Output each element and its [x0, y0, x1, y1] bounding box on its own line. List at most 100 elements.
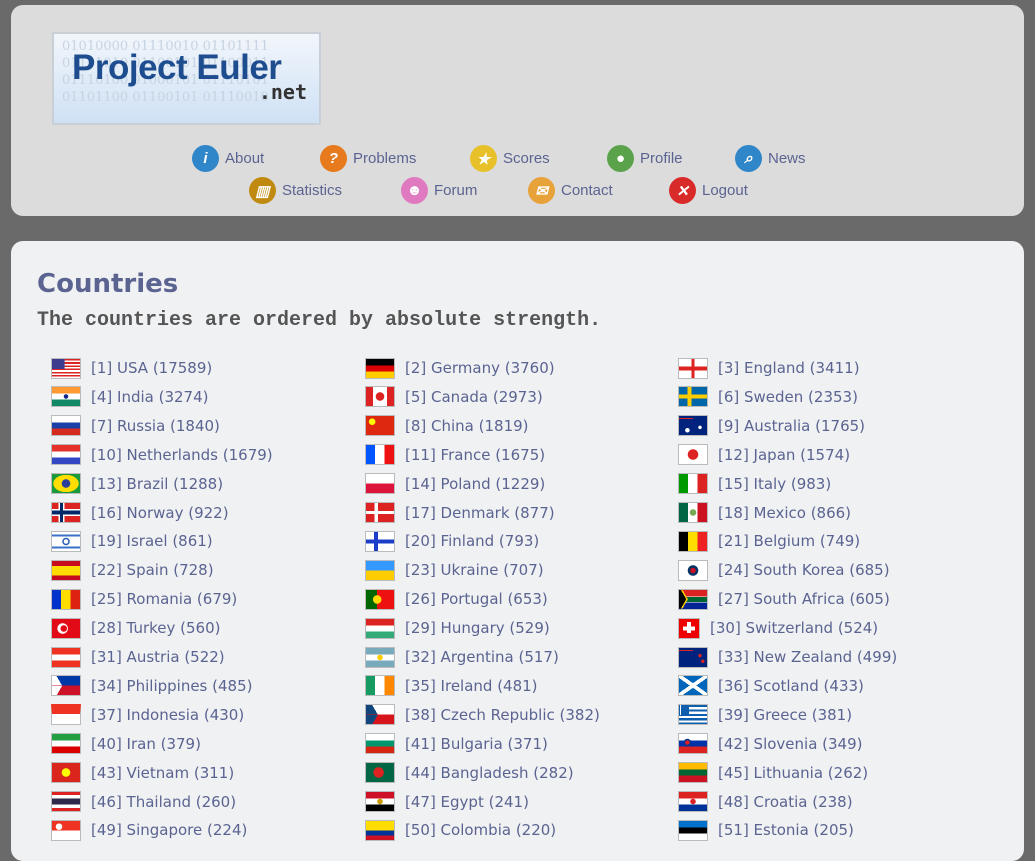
country-item[interactable]: [22] Spain (728) [51, 559, 214, 581]
country-item[interactable]: [5] Canada (2973) [365, 386, 543, 408]
nav-contact[interactable]: ✉ Contact [528, 177, 613, 204]
country-label: [4] India (3274) [91, 387, 209, 406]
country-item[interactable]: [12] Japan (1574) [678, 444, 850, 466]
nav-label: Logout [702, 182, 748, 199]
country-item[interactable]: [2] Germany (3760) [365, 357, 555, 379]
country-item[interactable]: [48] Croatia (238) [678, 791, 853, 813]
flag-vn-icon [51, 762, 81, 784]
country-item[interactable]: [4] India (3274) [51, 386, 208, 408]
country-item[interactable]: [27] South Africa (605) [678, 588, 890, 610]
country-item[interactable]: [44] Bangladesh (282) [365, 762, 574, 784]
country-item[interactable]: [37] Indonesia (430) [51, 704, 244, 726]
flag-au-icon [678, 415, 708, 437]
country-item[interactable]: [32] Argentina (517) [365, 646, 559, 668]
country-item[interactable]: [16] Norway (922) [51, 502, 229, 524]
country-item[interactable]: [11] France (1675) [365, 444, 545, 466]
country-item[interactable]: [29] Hungary (529) [365, 617, 550, 639]
flag-ua-icon [365, 559, 395, 581]
country-item[interactable]: [1] USA (17589) [51, 357, 212, 379]
flag-it-icon [678, 473, 708, 495]
country-item[interactable]: [24] South Korea (685) [678, 559, 890, 581]
country-item[interactable]: [15] Italy (983) [678, 473, 831, 495]
country-label: [14] Poland (1229) [405, 474, 546, 493]
country-label: [15] Italy (983) [718, 474, 832, 493]
country-label: [28] Turkey (560) [91, 619, 221, 638]
flag-dk-icon [365, 502, 395, 523]
country-item[interactable]: [13] Brazil (1288) [51, 473, 223, 495]
country-item[interactable]: [40] Iran (379) [51, 733, 201, 755]
country-item[interactable]: [21] Belgium (749) [678, 530, 860, 552]
country-item[interactable]: [10] Netherlands (1679) [51, 444, 273, 466]
flag-eg-icon [365, 791, 395, 812]
country-label: [48] Croatia (238) [718, 792, 853, 811]
nav-forum[interactable]: ☻ Forum [401, 177, 477, 204]
country-item[interactable]: [36] Scotland (433) [678, 675, 864, 697]
country-item[interactable]: [6] Sweden (2353) [678, 386, 858, 408]
country-item[interactable]: [46] Thailand (260) [51, 791, 236, 813]
country-item[interactable]: [31] Austria (522) [51, 646, 225, 668]
country-item[interactable]: [38] Czech Republic (382) [365, 704, 600, 726]
country-item[interactable]: [7] Russia (1840) [51, 415, 220, 437]
country-item[interactable]: [39] Greece (381) [678, 704, 852, 726]
flag-at-icon [51, 646, 81, 668]
info-icon: i [192, 145, 219, 172]
country-label: [42] Slovenia (349) [718, 734, 863, 753]
country-label: [22] Spain (728) [91, 561, 214, 580]
country-item[interactable]: [41] Bulgaria (371) [365, 733, 548, 755]
flag-co-icon [365, 819, 395, 841]
flag-jp-icon [678, 444, 708, 466]
country-item[interactable]: [23] Ukraine (707) [365, 559, 544, 581]
country-item[interactable]: [28] Turkey (560) [51, 617, 220, 639]
country-item[interactable]: [49] Singapore (224) [51, 819, 247, 841]
nav-news[interactable]: ⌕ News [735, 145, 806, 172]
country-item[interactable]: [14] Poland (1229) [365, 473, 545, 495]
main-content: Countries The countries are ordered by a… [11, 241, 1024, 861]
country-item[interactable]: [3] England (3411) [678, 357, 860, 379]
country-item[interactable]: [26] Portugal (653) [365, 588, 548, 610]
country-label: [38] Czech Republic (382) [405, 705, 600, 724]
nav-logout[interactable]: ✕ Logout [669, 177, 748, 204]
flag-sco-icon [678, 675, 708, 697]
country-item[interactable]: [33] New Zealand (499) [678, 646, 897, 668]
project-euler-logo[interactable]: 01010000 01110010 01101111 01101010 0110… [52, 32, 321, 125]
country-label: [39] Greece (381) [718, 705, 853, 724]
country-item[interactable]: [18] Mexico (866) [678, 502, 851, 524]
country-item[interactable]: [8] China (1819) [365, 415, 529, 437]
flag-ca-icon [365, 386, 395, 408]
country-item[interactable]: [19] Israel (861) [51, 530, 213, 552]
country-item[interactable]: [50] Colombia (220) [365, 819, 556, 841]
country-item[interactable]: [9] Australia (1765) [678, 415, 865, 437]
nav-statistics[interactable]: ▥ Statistics [249, 177, 342, 204]
nav-label: Problems [353, 150, 417, 167]
nav-profile[interactable]: ● Profile [607, 145, 683, 172]
country-item[interactable]: [45] Lithuania (262) [678, 762, 868, 784]
country-label: [31] Austria (522) [91, 648, 225, 666]
nav-scores[interactable]: ★ Scores [470, 145, 550, 172]
country-label: [2] Germany (3760) [405, 359, 555, 377]
flag-pt-icon [365, 588, 395, 610]
flag-si-icon [678, 733, 708, 755]
flag-lt-icon [678, 762, 708, 784]
nav-label: Profile [640, 150, 683, 167]
country-label: [46] Thailand (260) [91, 792, 237, 811]
country-item[interactable]: [42] Slovenia (349) [678, 733, 863, 755]
country-item[interactable]: [43] Vietnam (311) [51, 762, 234, 784]
country-item[interactable]: [34] Philippines (485) [51, 675, 252, 697]
country-item[interactable]: [35] Ireland (481) [365, 675, 538, 697]
country-item[interactable]: [20] Finland (793) [365, 530, 539, 552]
flag-ro-icon [51, 588, 81, 610]
flag-id-icon [51, 704, 81, 726]
country-label: [17] Denmark (877) [405, 503, 555, 522]
country-item[interactable]: [30] Switzerland (524) [678, 617, 878, 639]
country-item[interactable]: [51] Estonia (205) [678, 819, 854, 841]
country-label: [37] Indonesia (430) [91, 705, 245, 724]
country-item[interactable]: [17] Denmark (877) [365, 502, 555, 524]
nav-about[interactable]: i About [192, 145, 264, 172]
flag-hr-icon [678, 791, 708, 812]
country-item[interactable]: [25] Romania (679) [51, 588, 237, 610]
envelope-icon: ✉ [528, 177, 555, 204]
country-item[interactable]: [47] Egypt (241) [365, 791, 529, 813]
nav-problems[interactable]: ? Problems [320, 145, 416, 172]
country-label: [25] Romania (679) [91, 590, 238, 609]
flag-ie-icon [365, 675, 395, 697]
